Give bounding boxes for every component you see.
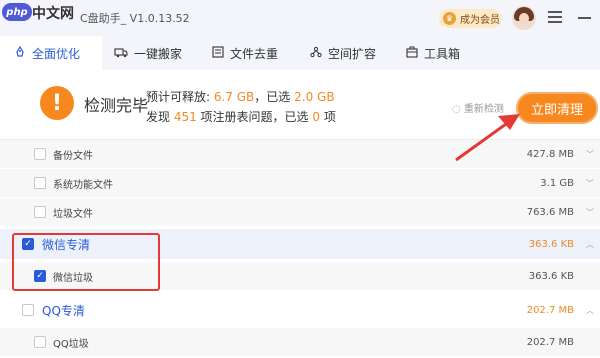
tab-label: 全面优化 xyxy=(32,46,81,61)
checkbox[interactable] xyxy=(34,177,46,189)
crown-icon: ♛ xyxy=(443,12,456,25)
checkbox[interactable] xyxy=(22,304,34,316)
item-label: QQ垃圾 xyxy=(53,338,89,350)
group-size: 202.7 MB xyxy=(526,304,574,316)
registry-line: 发现 451 项注册表问题，已选 0 项 xyxy=(146,108,336,125)
item-size: 427.8 MB xyxy=(526,148,574,160)
tab-label: 工具箱 xyxy=(424,46,461,61)
scan-summary: ! 检测完毕 预计可释放: 6.7 GB，已选 2.0 GB 发现 451 项注… xyxy=(0,70,600,140)
watermark-cn: 中文网 xyxy=(32,6,74,22)
tab-label: 文件去重 xyxy=(230,46,279,61)
status-title: 检测完毕 xyxy=(84,96,149,115)
clean-now-button[interactable]: 立即清理 xyxy=(516,92,598,124)
network-icon xyxy=(310,46,322,61)
list-item-system[interactable]: 系统功能文件 3.1 GB ﹀ xyxy=(0,169,600,197)
chevron-up-icon[interactable]: ︿ xyxy=(586,305,594,316)
list-item-backup[interactable]: 备份文件 427.8 MB ﹀ xyxy=(0,140,600,168)
group-label: QQ专清 xyxy=(42,303,85,318)
rocket-icon xyxy=(14,45,26,61)
selected-value: 2.0 GB xyxy=(294,90,335,104)
tab-label: 空间扩容 xyxy=(328,46,377,61)
freeable-value: 6.7 GB xyxy=(213,90,255,104)
tab-toolbox[interactable]: 工具箱 xyxy=(406,36,486,70)
item-size: 763.6 MB xyxy=(526,206,574,218)
toolbox-icon xyxy=(406,46,418,61)
item-label: 系统功能文件 xyxy=(53,179,113,191)
freeable-label: 预计可释放: xyxy=(146,90,214,104)
checkbox[interactable] xyxy=(34,148,46,160)
files-icon xyxy=(212,45,224,61)
checkbox[interactable] xyxy=(34,206,46,218)
menu-icon[interactable] xyxy=(548,11,562,23)
exclamation-icon: ! xyxy=(40,86,74,120)
avatar[interactable] xyxy=(512,6,536,30)
list-item-junk[interactable]: 垃圾文件 763.6 MB ﹀ xyxy=(0,198,600,226)
rescan-label: 重新检测 xyxy=(463,104,504,115)
refresh-icon: ◌ xyxy=(452,104,461,115)
tab-label: 一键搬家 xyxy=(134,46,183,61)
rescan-button[interactable]: ◌ 重新检测 xyxy=(452,100,504,115)
watermark-logo: php 中文网 xyxy=(0,0,80,24)
tab-bar: 全面优化 一键搬家 文件去重 空间扩容 工具箱 xyxy=(0,36,600,70)
item-size: 3.1 GB xyxy=(540,177,574,189)
tab-full-optimize[interactable]: 全面优化 xyxy=(0,36,102,70)
watermark-php: php xyxy=(2,3,32,21)
chevron-down-icon[interactable]: ﹀ xyxy=(586,207,594,218)
registry-count: 451 xyxy=(173,110,197,124)
registry-suffix: 项 xyxy=(320,110,336,124)
registry-selected: 0 xyxy=(312,110,321,124)
item-label: 备份文件 xyxy=(53,150,93,162)
tab-one-click-move[interactable]: 一键搬家 xyxy=(114,36,206,70)
item-size: 363.6 KB xyxy=(528,270,574,282)
vip-button[interactable]: ♛ 成为会员 xyxy=(439,9,502,28)
list-item-qq-junk[interactable]: QQ垃圾 202.7 MB xyxy=(0,328,600,356)
chevron-down-icon[interactable]: ﹀ xyxy=(586,178,594,189)
group-size: 363.6 KB xyxy=(528,238,574,250)
minimize-icon[interactable] xyxy=(578,17,591,19)
app-title: C盘助手_ V1.0.13.52 xyxy=(80,12,190,25)
chevron-down-icon[interactable]: ﹀ xyxy=(586,149,594,160)
vip-label: 成为会员 xyxy=(460,15,500,26)
chevron-up-icon[interactable]: ︿ xyxy=(586,239,594,250)
truck-icon xyxy=(114,46,128,61)
annotation-box xyxy=(12,233,160,291)
registry-prefix: 发现 xyxy=(146,110,174,124)
checkbox[interactable] xyxy=(34,336,46,348)
registry-mid: 项注册表问题，已选 xyxy=(196,110,313,124)
selected-label: ，已选 xyxy=(254,90,295,104)
tab-space-expand[interactable]: 空间扩容 xyxy=(310,36,402,70)
group-qq[interactable]: QQ专清 202.7 MB ︿ xyxy=(0,295,600,325)
title-bar: php 中文网 C盘助手_ V1.0.13.52 ♛ 成为会员 xyxy=(0,0,600,36)
freeable-line: 预计可释放: 6.7 GB，已选 2.0 GB xyxy=(146,88,335,105)
item-label: 垃圾文件 xyxy=(53,208,93,220)
item-size: 202.7 MB xyxy=(526,336,574,348)
avatar-face xyxy=(519,13,529,24)
tab-file-dedup[interactable]: 文件去重 xyxy=(212,36,304,70)
